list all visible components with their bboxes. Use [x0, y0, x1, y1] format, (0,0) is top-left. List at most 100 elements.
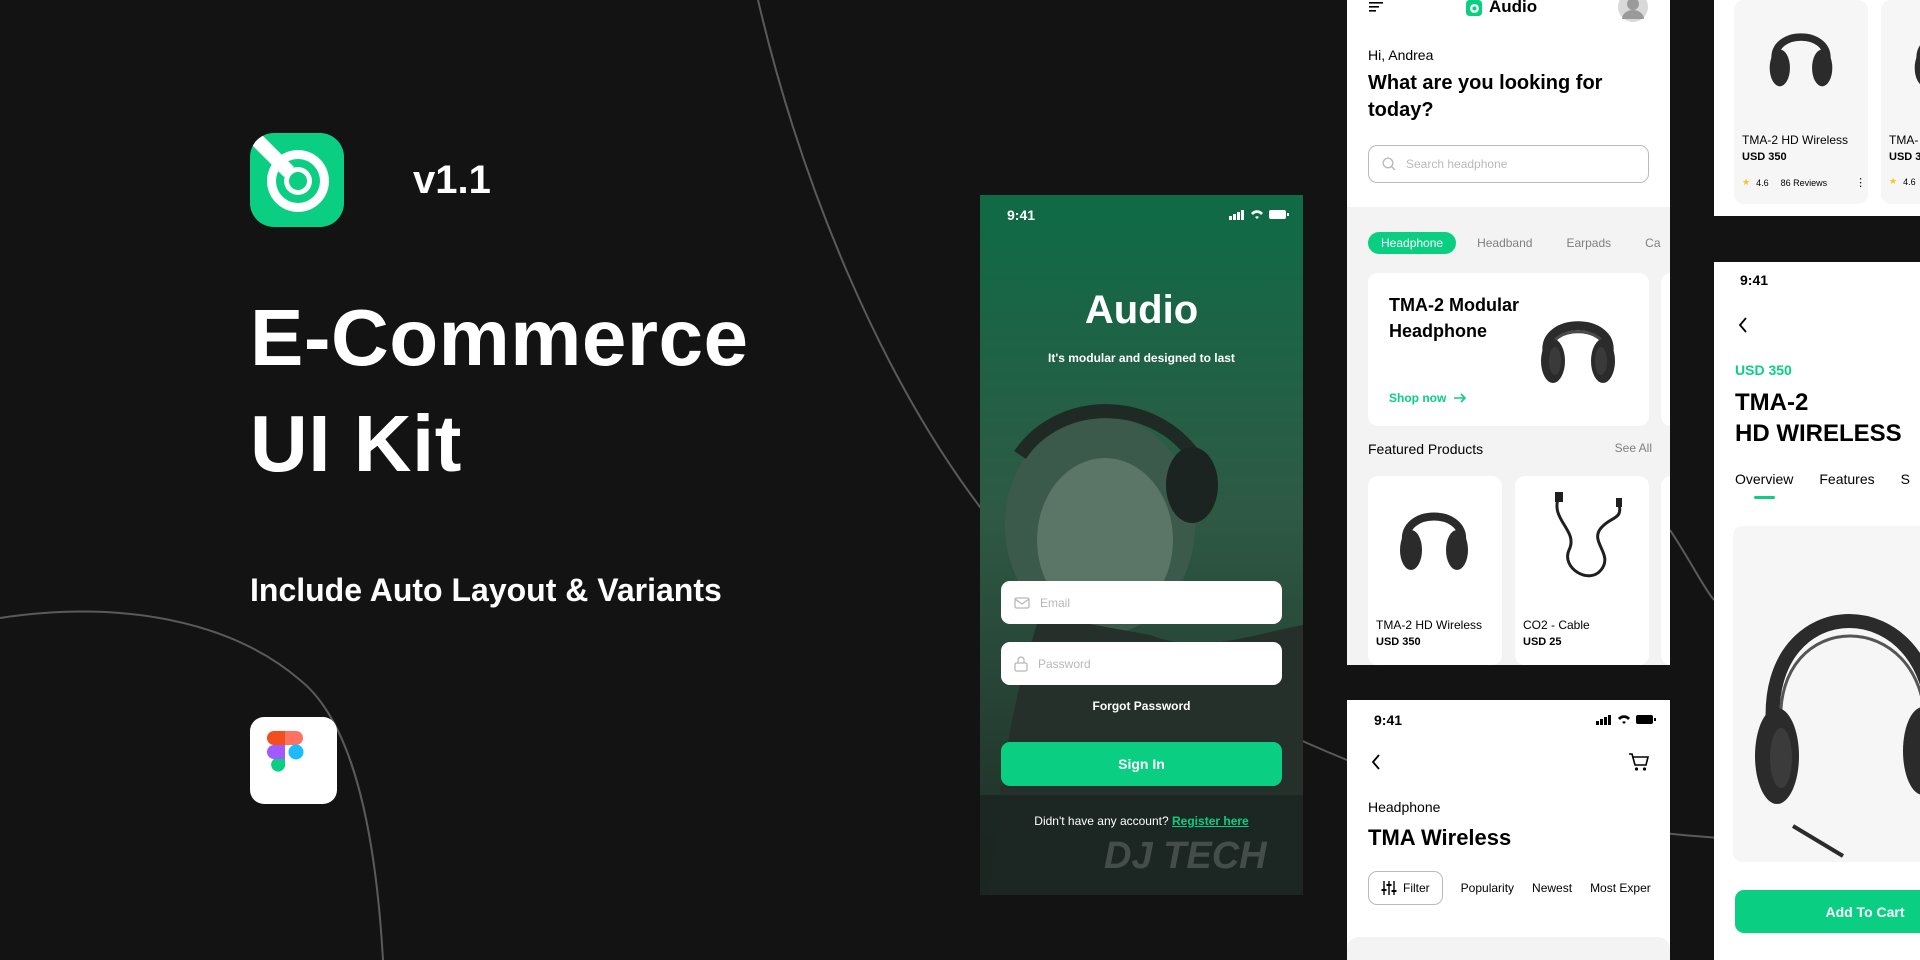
product-name: TMA-2 HD Wireless	[1376, 618, 1483, 632]
product-image	[1733, 526, 1920, 862]
headphone-image	[1541, 321, 1615, 383]
rating-value: 4.6	[1903, 176, 1916, 187]
cable-image	[1555, 492, 1622, 578]
product-rating: ★ 4.6 86 Reviews ⋮	[1742, 176, 1866, 189]
category-tabs: Headphone Headband Earpads Ca	[1368, 232, 1670, 254]
review-count: 86 Reviews	[1780, 177, 1828, 188]
tab-features[interactable]: Features	[1819, 471, 1874, 487]
forgot-password-link[interactable]: Forgot Password	[980, 699, 1303, 713]
more-options-icon[interactable]: ⋮	[1855, 176, 1866, 189]
home-heading: What are you looking for today?	[1368, 72, 1603, 121]
avatar[interactable]	[1618, 0, 1648, 22]
product-card[interactable]: TMA-2 HD Wireless USD 350	[1368, 476, 1502, 665]
register-link[interactable]: Register here	[1172, 814, 1249, 828]
see-all-link[interactable]: See All	[1615, 441, 1652, 457]
back-arrow-icon[interactable]	[1371, 754, 1381, 770]
product-price: USD 350	[1742, 151, 1787, 163]
back-arrow-icon[interactable]	[1738, 317, 1748, 333]
search-input[interactable]: Search headphone	[1368, 145, 1649, 183]
arrow-right-icon	[1454, 393, 1467, 403]
home-top-bar: Audio	[1347, 0, 1670, 22]
product-grid-screen: TMA-2 HD Wireless USD 350 ★ 4.6 86 Revie…	[1714, 0, 1920, 216]
banner-title: TMA-2 Modular Headphone	[1389, 295, 1519, 341]
tab-headphone[interactable]: Headphone	[1368, 232, 1457, 254]
product-card[interactable]: TMA- USD 3 ★ 4.6	[1881, 0, 1920, 204]
headline-line-2: UI Kit	[250, 399, 462, 488]
headphone-image	[1914, 46, 1920, 85]
sign-in-button[interactable]: Sign In	[1001, 742, 1282, 786]
product-price: USD 25	[1523, 636, 1562, 648]
filter-icon	[1381, 881, 1397, 895]
active-tab-indicator	[1754, 496, 1775, 499]
sort-most-expensive[interactable]: Most Exper	[1590, 881, 1651, 895]
status-time: 9:41	[1740, 272, 1769, 288]
menu-icon[interactable]	[1369, 1, 1383, 13]
product-name: TMA-	[1889, 133, 1919, 147]
category-label: Headphone	[1368, 799, 1441, 815]
audio-logo-small-icon	[1466, 0, 1482, 16]
tab-headband[interactable]: Headband	[1464, 232, 1545, 254]
product-rating: ★ 4.6	[1889, 176, 1916, 187]
home-screen: Audio Hi, Andrea What are you looking fo…	[1347, 0, 1670, 665]
tab-earpads[interactable]: Earpads	[1553, 232, 1624, 254]
status-icons	[1596, 712, 1656, 728]
register-prompt-text: Didn't have any account?	[1034, 814, 1169, 828]
tab-specification[interactable]: S	[1901, 471, 1910, 487]
audio-logo-icon	[250, 133, 344, 227]
headline-line-1: E-Commerce	[250, 293, 749, 382]
shop-now-label: Shop now	[1389, 391, 1447, 405]
status-time: 9:41	[1374, 712, 1403, 728]
list-content-area	[1347, 937, 1670, 960]
search-icon	[1382, 157, 1396, 171]
email-placeholder: Email	[1040, 595, 1071, 610]
product-title-line-2: HD WIRELESS	[1735, 420, 1902, 447]
detail-tabs: Overview Features S	[1735, 471, 1910, 487]
product-name: TMA-2 HD Wireless	[1742, 133, 1849, 147]
shop-now-link[interactable]: Shop now	[1389, 391, 1467, 405]
product-name: CO2 - Cable	[1523, 618, 1590, 632]
sort-newest[interactable]: Newest	[1532, 881, 1572, 895]
version-label: v1.1	[413, 158, 491, 202]
photo-watermark: DJ TECH	[1104, 835, 1267, 877]
page-title: E-Commerce UI Kit	[250, 285, 749, 497]
feature-subtitle: Include Auto Layout & Variants	[250, 572, 722, 608]
featured-header: Featured Products See All	[1368, 441, 1652, 457]
product-title-line-1: TMA-2	[1735, 389, 1809, 416]
headphone-image	[1755, 614, 1920, 858]
tab-overview[interactable]: Overview	[1735, 471, 1793, 487]
sort-popularity[interactable]: Popularity	[1461, 881, 1514, 895]
email-field[interactable]: Email	[1001, 581, 1282, 624]
star-icon: ★	[1742, 177, 1751, 187]
tab-cable[interactable]: Ca	[1632, 232, 1670, 254]
status-bar: 9:41	[1007, 207, 1289, 223]
mail-icon	[1014, 596, 1030, 609]
app-tagline: It's modular and designed to last	[1048, 351, 1235, 365]
product-price: USD 350	[1376, 636, 1421, 648]
password-field[interactable]: Password	[1001, 642, 1282, 685]
product-card[interactable]: CO2 - Cable USD 25	[1515, 476, 1649, 665]
password-placeholder: Password	[1038, 656, 1091, 671]
register-prompt: Didn't have any account? Register here	[980, 814, 1303, 828]
product-list-screen: 9:41 Headphone TMA Wireless Filter Popul…	[1347, 700, 1670, 960]
signin-screen: 9:41 Audio It's modular and designed to …	[980, 195, 1303, 895]
headphone-image	[1400, 512, 1468, 570]
headphone-image	[1769, 33, 1833, 87]
product-price: USD 350	[1735, 362, 1792, 378]
product-card[interactable]: TMA-2 HD Wireless USD 350 ★ 4.6 86 Revie…	[1734, 0, 1868, 204]
promo-banner[interactable]: TMA-2 Modular Headphone Shop now	[1368, 273, 1649, 426]
filter-button[interactable]: Filter	[1368, 871, 1443, 905]
lock-icon	[1014, 655, 1028, 672]
status-icons	[1229, 207, 1289, 223]
add-to-cart-button[interactable]: Add To Cart	[1735, 890, 1920, 933]
banner-card-peek	[1661, 273, 1670, 426]
greeting: Hi, Andrea	[1368, 47, 1434, 63]
search-placeholder: Search headphone	[1406, 157, 1508, 171]
product-title: TMA-2 HD WIRELESS	[1735, 387, 1902, 449]
filter-label: Filter	[1403, 881, 1430, 895]
app-title: Audio	[1084, 288, 1199, 332]
cart-icon[interactable]	[1628, 753, 1650, 772]
product-card-peek	[1661, 476, 1670, 665]
rating-value: 4.6	[1756, 177, 1769, 188]
product-price: USD 3	[1889, 151, 1920, 163]
home-content: Headphone Headband Earpads Ca TMA-2 Modu…	[1347, 207, 1670, 665]
